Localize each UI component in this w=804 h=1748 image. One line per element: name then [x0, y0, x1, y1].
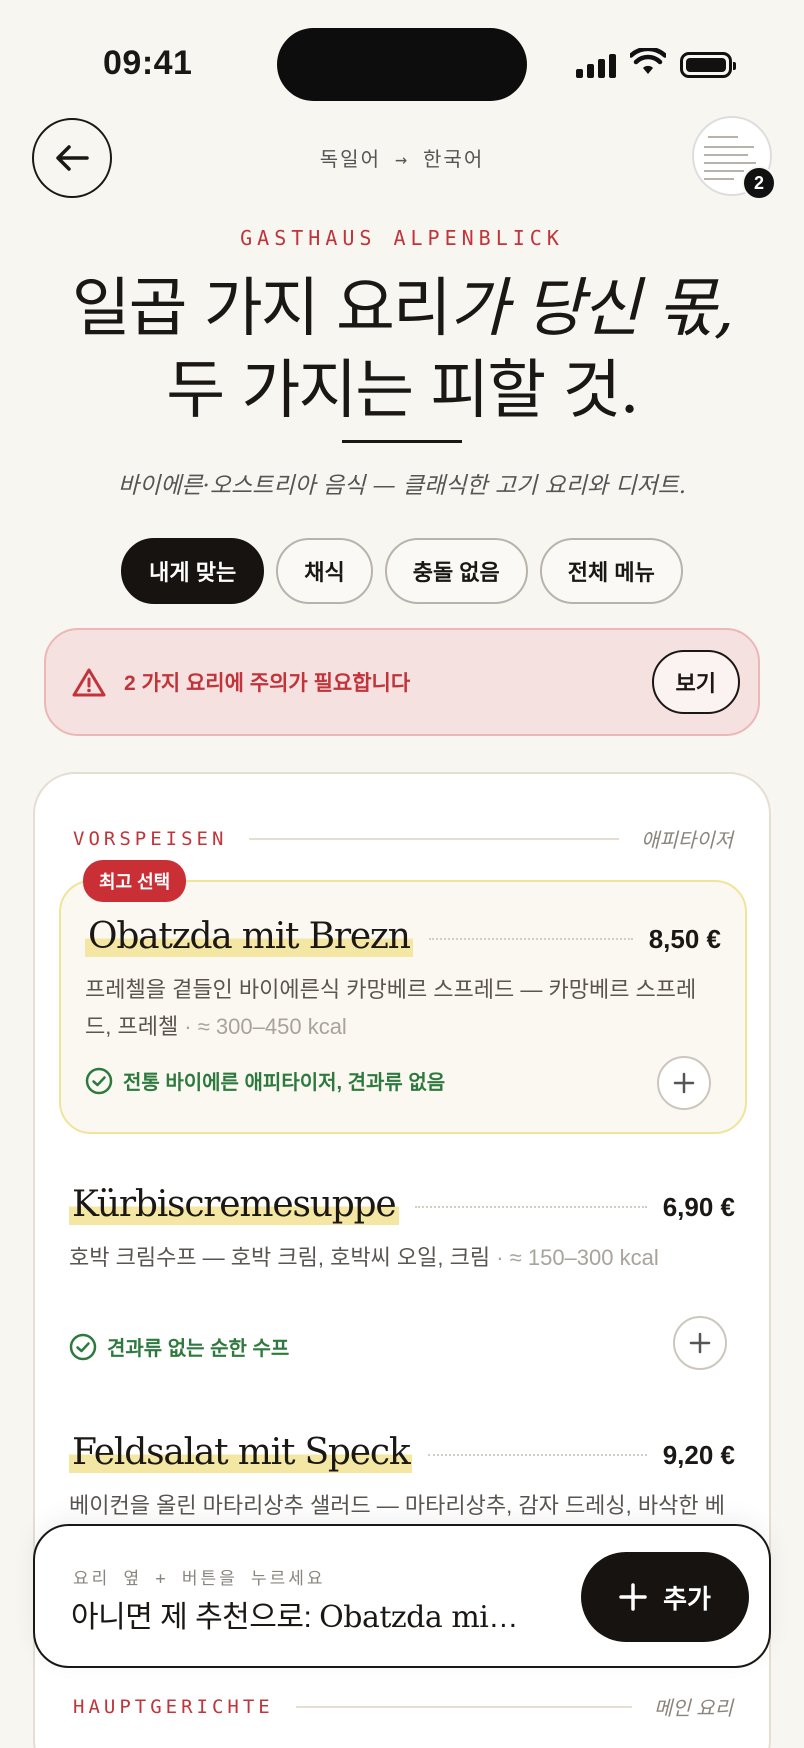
battery-icon	[680, 52, 736, 78]
add-dish-button[interactable]	[673, 1316, 727, 1370]
top-pick-badge: 최고 선택	[83, 860, 187, 902]
view-warnings-button[interactable]: 보기	[651, 650, 740, 714]
dish-note-text: 견과류 없는 순한 수프	[107, 1338, 290, 1360]
dish-item[interactable]: Kürbiscremesuppe 6,90 € 호박 크림수프 — 호박 크림,…	[69, 1184, 735, 1394]
dish-separator: ·	[178, 1014, 198, 1039]
recommendation-prefix: 아니면 제 추천으로:	[71, 1601, 320, 1634]
bottom-action-bar: 요리 옆 + 버튼을 누르세요 아니면 제 추천으로: Obatzda mit …	[33, 1524, 771, 1668]
cellular-signal-icon	[576, 52, 616, 78]
dish-description: 프레첼을 곁들인 바이에른식 카망베르 스프레드 — 카망베르 스프레드, 프레…	[85, 971, 721, 1045]
lang-arrow: →	[394, 147, 410, 171]
headline-italic-part: 가 당신 몫,	[449, 272, 735, 346]
recommended-dish: Obatzda mit Brezn	[319, 1600, 521, 1635]
title-divider	[342, 440, 462, 443]
dish-price: 8,50 €	[648, 924, 721, 954]
dish-note: 전통 바이에른 애피타이저, 견과류 없음	[85, 1066, 445, 1095]
add-button[interactable]: 추가	[581, 1552, 749, 1642]
dish-separator: ·	[490, 1245, 510, 1270]
arrow-left-icon	[56, 145, 89, 171]
leader-dots	[428, 938, 633, 940]
section-title-translated: 애피타이저	[641, 830, 733, 852]
dynamic-island	[277, 28, 527, 101]
dish-description: 호박 크림수프 — 호박 크림, 호박씨 오일, 크림 · ≈ 150–300 …	[69, 1239, 735, 1276]
check-circle-icon	[69, 1333, 97, 1360]
warning-text: 2 가지 요리에 주의가 필요합니다	[124, 672, 411, 695]
source-language: 독일어	[319, 147, 381, 171]
leader-dots	[414, 1206, 647, 1208]
dish-item[interactable]: Obatzda mit Brezn 8,50 € 프레첼을 곁들인 바이에른식 …	[85, 916, 721, 1126]
tab-vegetarian[interactable]: 채식	[276, 538, 373, 604]
page-title: 일곱 가지 요리가 당신 몫, 두 가지는 피할 것.	[0, 268, 804, 432]
warning-icon	[72, 668, 106, 697]
add-button-label: 추가	[663, 1583, 711, 1614]
dish-name: Feldsalat mit Speck	[69, 1432, 413, 1473]
recommendation-text[interactable]: 아니면 제 추천으로: Obatzda mit Brezn	[71, 1592, 521, 1636]
tab-full-menu[interactable]: 전체 메뉴	[539, 538, 683, 604]
plus-icon	[673, 1072, 695, 1094]
tab-for-me[interactable]: 내게 맞는	[121, 538, 265, 604]
dish-price: 6,90 €	[662, 1192, 735, 1222]
add-dish-button[interactable]	[657, 1056, 711, 1110]
dish-name: Obatzda mit Brezn	[85, 916, 413, 957]
headline-part: 일곱 가지 요리	[71, 272, 452, 346]
add-hint: 요리 옆 + 버튼을 누르세요	[73, 1569, 326, 1589]
section-header-mains: HAUPTGERICHTE 메인 요리	[73, 1692, 733, 1721]
status-time: 09:41	[103, 44, 193, 82]
dish-desc-text: 프레첼을 곁들인 바이에른식 카망베르 스프레드 — 카망베르 스프레드, 프레…	[85, 977, 697, 1039]
dish-calories: ≈ 150–300 kcal	[509, 1245, 659, 1270]
dish-note: 견과류 없는 순한 수프	[69, 1332, 289, 1361]
scan-count-badge: 2	[742, 166, 776, 200]
back-button[interactable]	[32, 118, 112, 198]
dish-desc-text: 호박 크림수프 — 호박 크림, 호박씨 오일, 크림	[69, 1245, 491, 1270]
warning-banner: 2 가지 요리에 주의가 필요합니다 보기	[44, 628, 760, 736]
section-divider	[249, 837, 619, 840]
language-pair[interactable]: 독일어 → 한국어	[250, 143, 554, 172]
section-title-original: HAUPTGERICHTE	[73, 1695, 274, 1718]
section-divider	[295, 1705, 632, 1708]
plus-icon	[689, 1332, 711, 1354]
dish-note-text: 전통 바이에른 애피타이저, 견과류 없음	[123, 1072, 446, 1094]
dish-price: 9,20 €	[662, 1440, 735, 1470]
check-circle-icon	[85, 1067, 113, 1094]
dish-name: Kürbiscremesuppe	[69, 1184, 399, 1225]
section-title-translated: 메인 요리	[653, 1698, 733, 1720]
headline-line-2: 두 가지는 피할 것.	[166, 354, 640, 428]
plus-icon	[619, 1583, 647, 1611]
section-header-appetizers: VORSPEISEN 애피타이저	[73, 824, 733, 853]
dish-calories: ≈ 300–450 kcal	[197, 1014, 347, 1039]
wifi-icon	[630, 48, 666, 74]
filter-tabs: 내게 맞는 채식 충돌 없음 전체 메뉴	[0, 538, 804, 604]
cuisine-subtitle: 바이에른·오스트리아 음식 — 클래식한 고기 요리와 디저트.	[117, 473, 687, 499]
section-title-original: VORSPEISEN	[73, 827, 228, 850]
leader-dots	[428, 1454, 647, 1456]
restaurant-name: GASTHAUS ALPENBLICK	[240, 226, 564, 250]
tab-no-conflicts[interactable]: 충돌 없음	[384, 538, 528, 604]
target-language: 한국어	[423, 147, 485, 171]
